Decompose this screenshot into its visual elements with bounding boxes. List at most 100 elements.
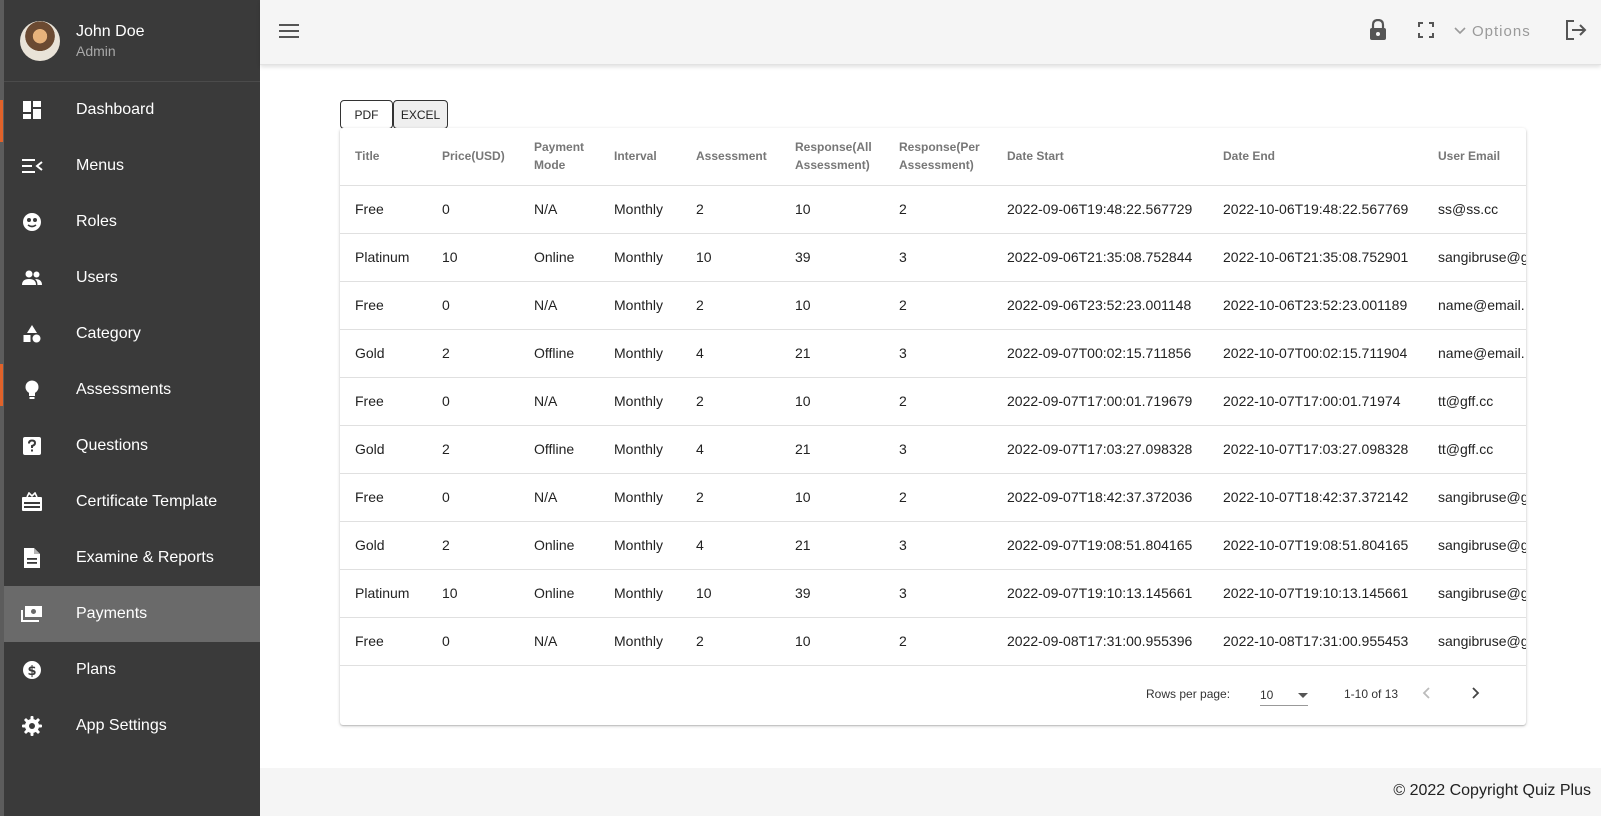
column-header[interactable]: Assessment [681, 128, 780, 186]
table-cell: 2022-09-06T21:35:08.752844 [992, 233, 1208, 282]
export-excel-button[interactable]: EXCEL [393, 100, 448, 129]
table-cell: 4 [681, 329, 780, 378]
column-header[interactable]: Title [340, 128, 427, 186]
table-row[interactable]: Platinum 10 Online Monthly 10 39 3 2022-09-07T1… [340, 569, 1526, 618]
table-cell: sangibruse@g [1423, 617, 1526, 666]
user-profile: John Doe Admin [4, 0, 260, 82]
table-cell: 3 [884, 425, 992, 474]
lock-icon [1369, 18, 1387, 46]
table-cell: 2 [427, 329, 519, 378]
logout-icon [1565, 19, 1587, 45]
column-header[interactable]: Date End [1208, 128, 1423, 186]
table-cell: Free [340, 473, 427, 522]
column-header[interactable]: Interval [599, 128, 681, 186]
table-cell: 2022-10-07T00:02:15.711904 [1208, 329, 1423, 378]
table-cell: sangibruse@g [1423, 569, 1526, 618]
table-cell: N/A [519, 281, 599, 330]
export-pdf-button[interactable]: PDF [340, 100, 393, 129]
table-row[interactable]: Free 0 N/A Monthly 2 10 2 2022-09-07T18:42:37.3… [340, 473, 1526, 522]
sidebar-item-category[interactable]: Category [4, 306, 260, 362]
table-cell: 2022-09-07T00:02:15.711856 [992, 329, 1208, 378]
table-cell: 39 [780, 233, 884, 282]
report-icon [20, 546, 44, 570]
sidebar-item-label: Examine & Reports [76, 549, 214, 566]
table-row[interactable]: Free 0 N/A Monthly 2 10 2 2022-09-06T19:48:22.5… [340, 185, 1526, 234]
table-cell: 2022-09-06T23:52:23.001148 [992, 281, 1208, 330]
lightbulb-icon [20, 378, 44, 402]
column-header[interactable]: Response(Per Assessment) [884, 128, 992, 186]
table-cell: sangibruse@g [1423, 521, 1526, 570]
copyright-text: © 2022 Copyright Quiz Plus [1393, 782, 1591, 799]
table-cell: tt@gff.cc [1423, 425, 1526, 474]
sidebar-item-plans[interactable]: $ Plans [4, 642, 260, 698]
edge-accent [0, 364, 3, 406]
table-cell: 4 [681, 521, 780, 570]
sidebar-item-label: Plans [76, 661, 117, 678]
table-row[interactable]: Gold 2 Offline Monthly 4 21 3 2022-09-07T17:03:… [340, 425, 1526, 474]
logout-button[interactable] [1564, 19, 1588, 45]
table-cell: 0 [427, 473, 519, 522]
table-cell: Monthly [599, 377, 681, 426]
edge-accent [0, 100, 3, 142]
table-cell: N/A [519, 617, 599, 666]
sidebar-item-label: Payments [76, 605, 148, 622]
table-cell: 3 [884, 233, 992, 282]
sidebar-item-assessments[interactable]: Assessments [4, 362, 260, 418]
fullscreen-button[interactable] [1414, 20, 1438, 44]
dollar-icon: $ [20, 658, 44, 682]
column-header[interactable]: Price(USD) [427, 128, 519, 186]
certificate-icon [20, 490, 44, 514]
sidebar-item-questions[interactable]: Questions [4, 418, 260, 474]
sidebar-item-menus[interactable]: Menus [4, 138, 260, 194]
column-header[interactable]: User Email [1423, 128, 1526, 186]
table-row[interactable]: Free 0 N/A Monthly 2 10 2 2022-09-06T23:52:23.0… [340, 281, 1526, 330]
table-cell: 21 [780, 425, 884, 474]
sidebar-item-label: Questions [76, 437, 149, 454]
sidebar-item-payments[interactable]: Payments [4, 586, 260, 642]
column-header[interactable]: Response(All Assessment) [780, 128, 884, 186]
table-cell: Gold [340, 425, 427, 474]
table-cell: 10 [780, 185, 884, 234]
table-row[interactable]: Free 0 N/A Monthly 2 10 2 2022-09-08T17:31:00.9… [340, 617, 1526, 666]
table-cell: 2022-09-07T17:03:27.098328 [992, 425, 1208, 474]
table-cell: 2022-09-07T19:10:13.145661 [992, 569, 1208, 618]
table-cell: tt@gff.cc [1423, 377, 1526, 426]
rows-per-page-select[interactable]: 10 [1260, 684, 1308, 706]
table-cell: name@email. [1423, 329, 1526, 378]
roles-icon [20, 210, 44, 234]
table-cell: Free [340, 185, 427, 234]
sidebar-item-label: Category [76, 325, 141, 342]
sidebar-item-dashboard[interactable]: Dashboard [4, 82, 260, 138]
next-page-button[interactable] [1464, 682, 1488, 706]
sidebar-item-app-settings[interactable]: App Settings [4, 698, 260, 754]
options-dropdown[interactable]: Options [1454, 22, 1531, 40]
table-cell: Free [340, 377, 427, 426]
table-row[interactable]: Platinum 10 Online Monthly 10 39 3 2022-09-06T2… [340, 233, 1526, 282]
category-icon [20, 322, 44, 346]
table-cell: 2022-10-06T19:48:22.567769 [1208, 185, 1423, 234]
table-cell: 2022-09-08T17:31:00.955396 [992, 617, 1208, 666]
table-row[interactable]: Free 0 N/A Monthly 2 10 2 2022-09-07T17:00:01.7… [340, 377, 1526, 426]
previous-page-button[interactable] [1414, 682, 1438, 706]
table-row[interactable]: Gold 2 Offline Monthly 4 21 3 2022-09-07T00:02:… [340, 329, 1526, 378]
table-cell: 3 [884, 569, 992, 618]
table-cell: 21 [780, 521, 884, 570]
sidebar-item-roles[interactable]: Roles [4, 194, 260, 250]
svg-text:$: $ [27, 664, 36, 679]
sidebar-nav: Dashboard Menus Roles Users Category Ass… [4, 82, 260, 754]
table-cell: Monthly [599, 617, 681, 666]
sidebar-item-users[interactable]: Users [4, 250, 260, 306]
column-header[interactable]: Date Start [992, 128, 1208, 186]
table-cell: Monthly [599, 473, 681, 522]
column-header[interactable]: Payment Mode [519, 128, 599, 186]
table-row[interactable]: Gold 2 Online Monthly 4 21 3 2022-09-07T19:08:5… [340, 521, 1526, 570]
chevron-down-icon [1454, 22, 1466, 40]
sidebar-item-certificate-template[interactable]: Certificate Template [4, 474, 260, 530]
table-cell: 10 [780, 473, 884, 522]
sidebar-item-examine-reports[interactable]: Examine & Reports [4, 530, 260, 586]
table-cell: 2022-10-07T19:08:51.804165 [1208, 521, 1423, 570]
payments-table: Title Price(USD) Payment Mode Interval A… [340, 128, 1526, 666]
lock-button[interactable] [1366, 18, 1390, 46]
hamburger-menu-button[interactable] [277, 21, 301, 45]
dashboard-icon [20, 98, 44, 122]
